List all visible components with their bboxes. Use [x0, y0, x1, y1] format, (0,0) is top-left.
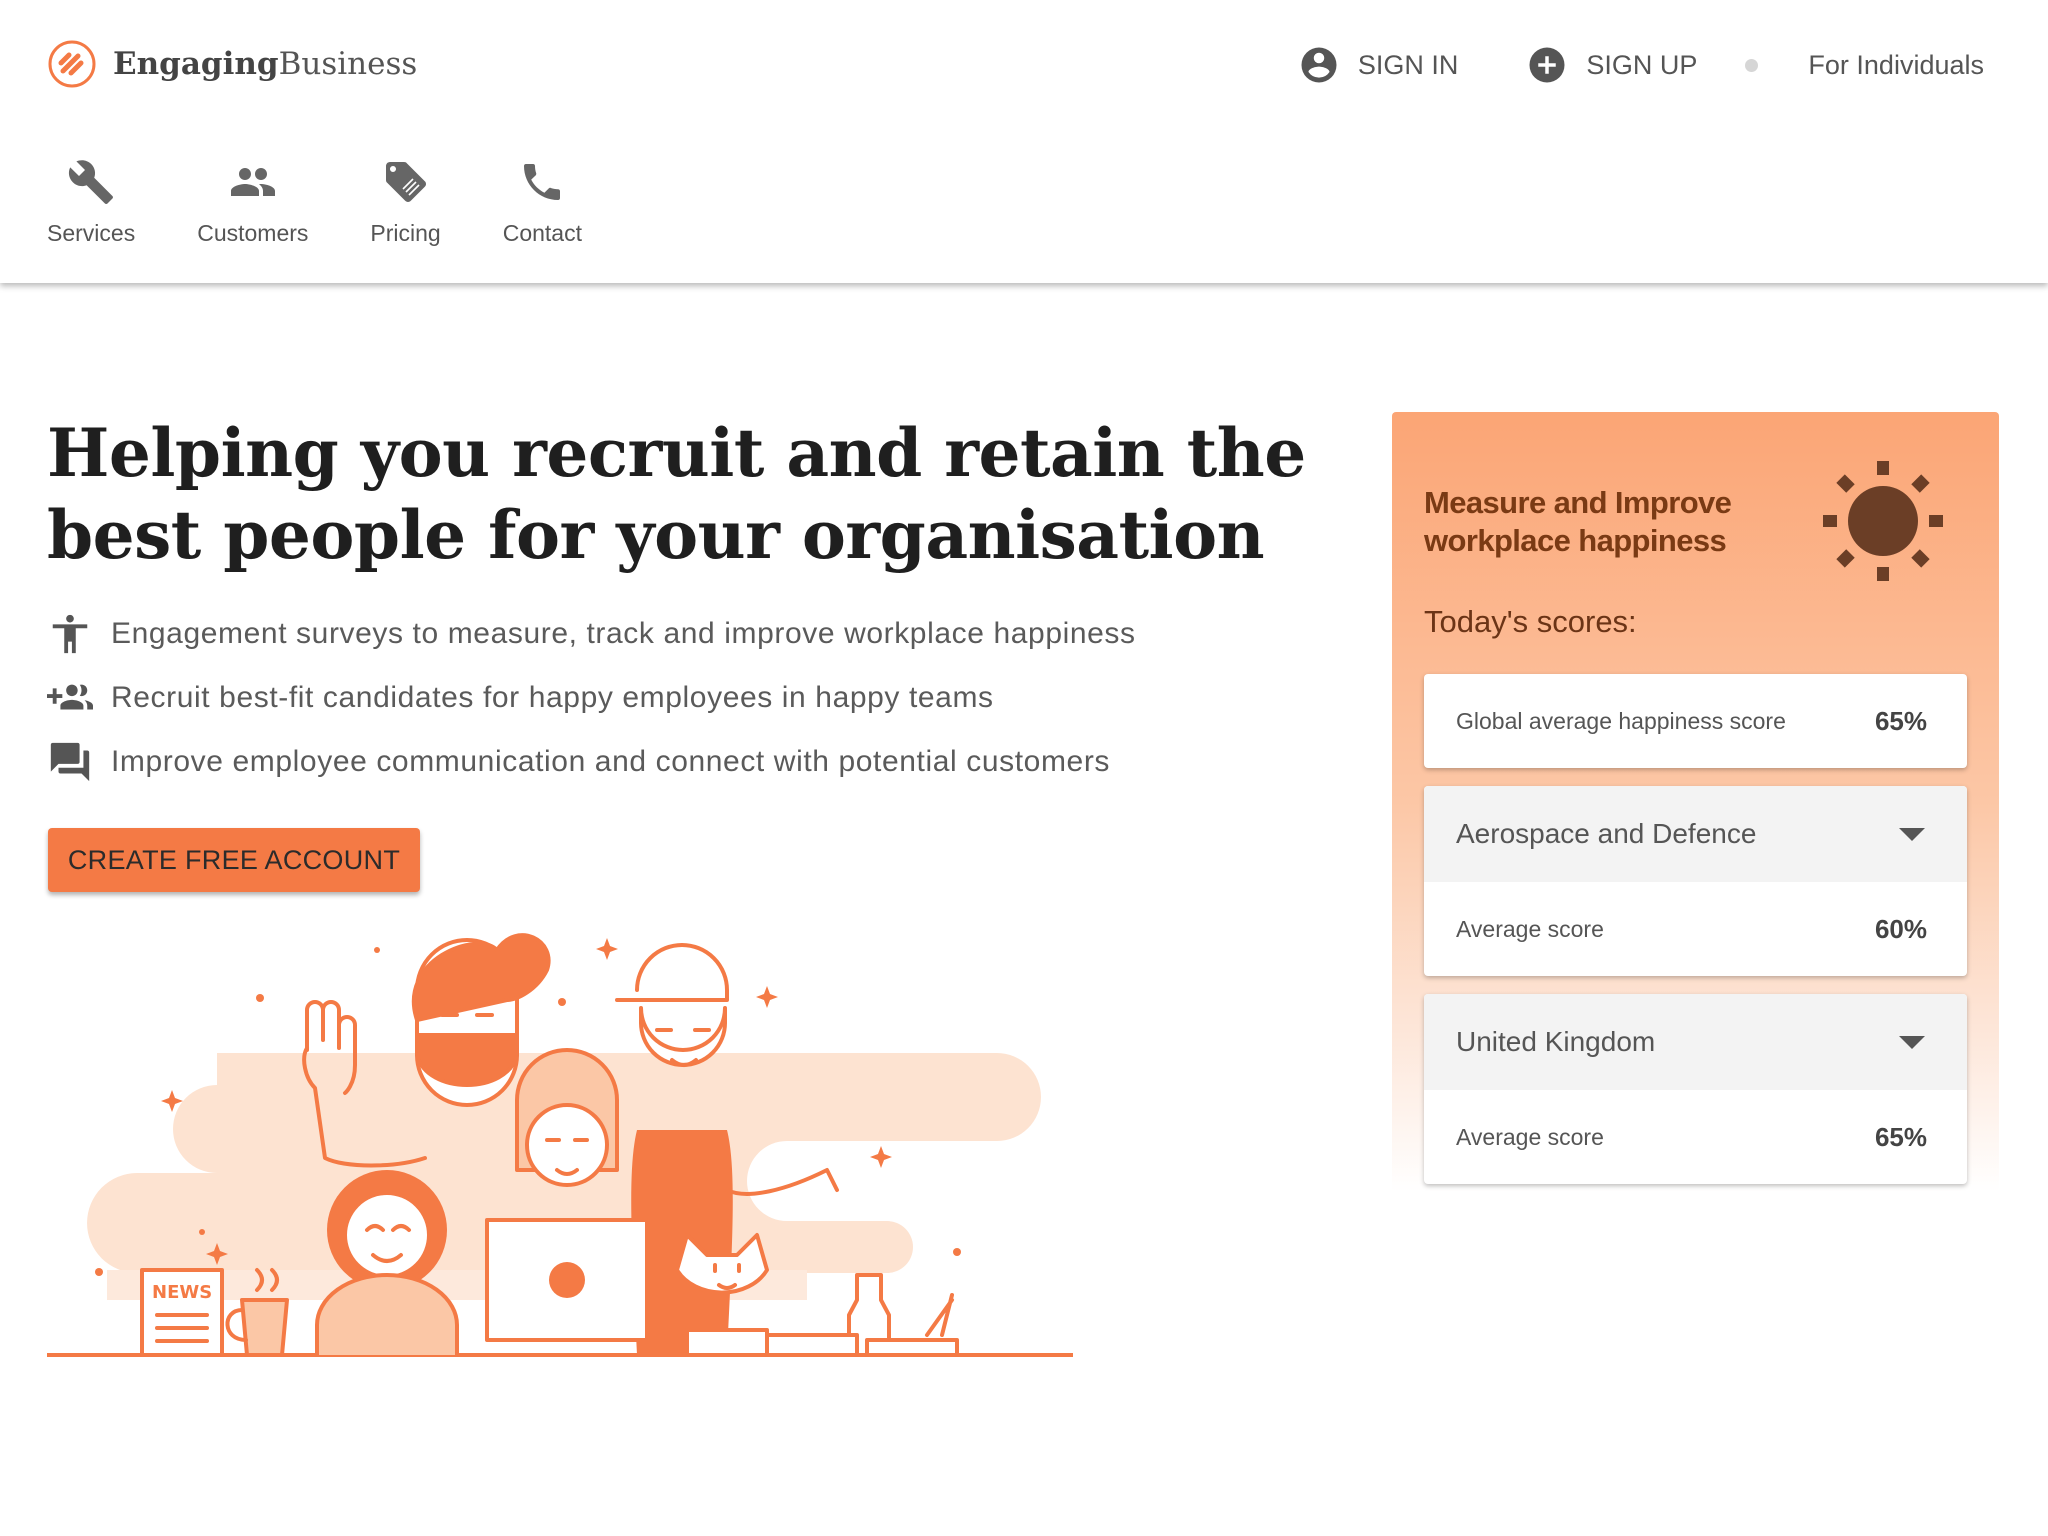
- team-illustration: NEWS: [47, 933, 1073, 1357]
- sign-up-button[interactable]: SIGN UP: [1526, 44, 1697, 86]
- chevron-down-icon: [1899, 827, 1925, 841]
- create-free-account-button[interactable]: CREATE FREE ACCOUNT: [48, 828, 420, 892]
- feature-list: Engagement surveys to measure, track and…: [47, 602, 1136, 794]
- add-circle-icon: [1529, 47, 1565, 83]
- industry-score-row: Average score 60%: [1424, 882, 1967, 976]
- logo[interactable]: EngagingBusiness: [47, 38, 417, 90]
- industry-score-label: Average score: [1456, 915, 1604, 942]
- todays-scores-label: Today's scores:: [1424, 604, 1637, 639]
- nav-label-contact: Contact: [502, 220, 582, 246]
- wrench-icon: [69, 160, 114, 204]
- country-select[interactable]: United Kingdom: [1424, 994, 1967, 1090]
- global-score-row: Global average happiness score 65%: [1424, 674, 1967, 768]
- site-header: EngagingBusiness SIGN IN SIGN UP For Ind…: [0, 0, 2048, 283]
- nav-item-pricing[interactable]: Pricing: [370, 158, 441, 247]
- country-score-row: Average score 65%: [1424, 1090, 1967, 1184]
- nav-label-services: Services: [47, 220, 136, 246]
- nav-item-contact[interactable]: Contact: [503, 158, 582, 247]
- sign-in-button[interactable]: SIGN IN: [1298, 44, 1459, 86]
- group-add-icon: [47, 684, 93, 710]
- price-tag-icon: [385, 162, 426, 202]
- feature-text: Engagement surveys to measure, track and…: [111, 617, 1136, 650]
- nav-label-customers: Customers: [197, 220, 309, 246]
- news-text: NEWS: [152, 1282, 212, 1303]
- sign-up-label: SIGN UP: [1586, 49, 1698, 80]
- country-score-label: Average score: [1456, 1123, 1604, 1150]
- industry-selected-value: Aerospace and Defence: [1456, 818, 1757, 849]
- country-score-value: 65%: [1874, 1121, 1927, 1152]
- widget-title: Measure and Improve workplace happiness: [1424, 485, 1732, 558]
- sun-icon: [1823, 461, 1943, 581]
- feature-item: Improve employee communication and conne…: [47, 730, 1136, 794]
- country-score-card: United Kingdom Average score 65%: [1424, 994, 1967, 1184]
- industry-score-card: Aerospace and Defence Average score 60%: [1424, 786, 1967, 976]
- hero-title: Helping you recruit and retain the best …: [47, 414, 1306, 574]
- feature-text: Improve employee communication and conne…: [111, 745, 1111, 778]
- feature-item: Engagement surveys to measure, track and…: [47, 602, 1136, 666]
- nav-label-pricing: Pricing: [370, 220, 441, 246]
- people-icon: [230, 168, 275, 196]
- happiness-widget: Measure and Improve workplace happiness …: [1392, 412, 1999, 1192]
- for-individuals-link[interactable]: For Individuals: [1808, 50, 1984, 81]
- industry-score-value: 60%: [1874, 913, 1927, 944]
- industry-select[interactable]: Aerospace and Defence: [1424, 786, 1967, 882]
- sign-in-label: SIGN IN: [1357, 49, 1459, 80]
- feature-item: Recruit best-fit candidates for happy em…: [47, 666, 1136, 730]
- global-score-label: Global average happiness score: [1456, 707, 1786, 734]
- logo-mark-icon: [48, 40, 96, 88]
- global-score-card: Global average happiness score 65%: [1424, 674, 1967, 768]
- top-actions: SIGN IN SIGN UP For Individuals: [1298, 40, 1984, 90]
- accessibility-icon: [52, 614, 88, 654]
- main-nav: Services Customers Pricing Contact: [47, 158, 644, 247]
- logo-text: EngagingBusiness: [113, 46, 418, 82]
- chevron-down-icon: [1899, 1035, 1925, 1049]
- phone-icon: [524, 164, 561, 200]
- forum-icon: [50, 742, 90, 782]
- nav-item-services[interactable]: Services: [47, 158, 135, 247]
- nav-item-customers[interactable]: Customers: [197, 158, 308, 247]
- account-circle-icon: [1301, 47, 1337, 83]
- feature-text: Recruit best-fit candidates for happy em…: [111, 681, 994, 714]
- global-score-value: 65%: [1874, 705, 1927, 736]
- separator-dot: [1745, 58, 1759, 72]
- country-selected-value: United Kingdom: [1456, 1026, 1656, 1057]
